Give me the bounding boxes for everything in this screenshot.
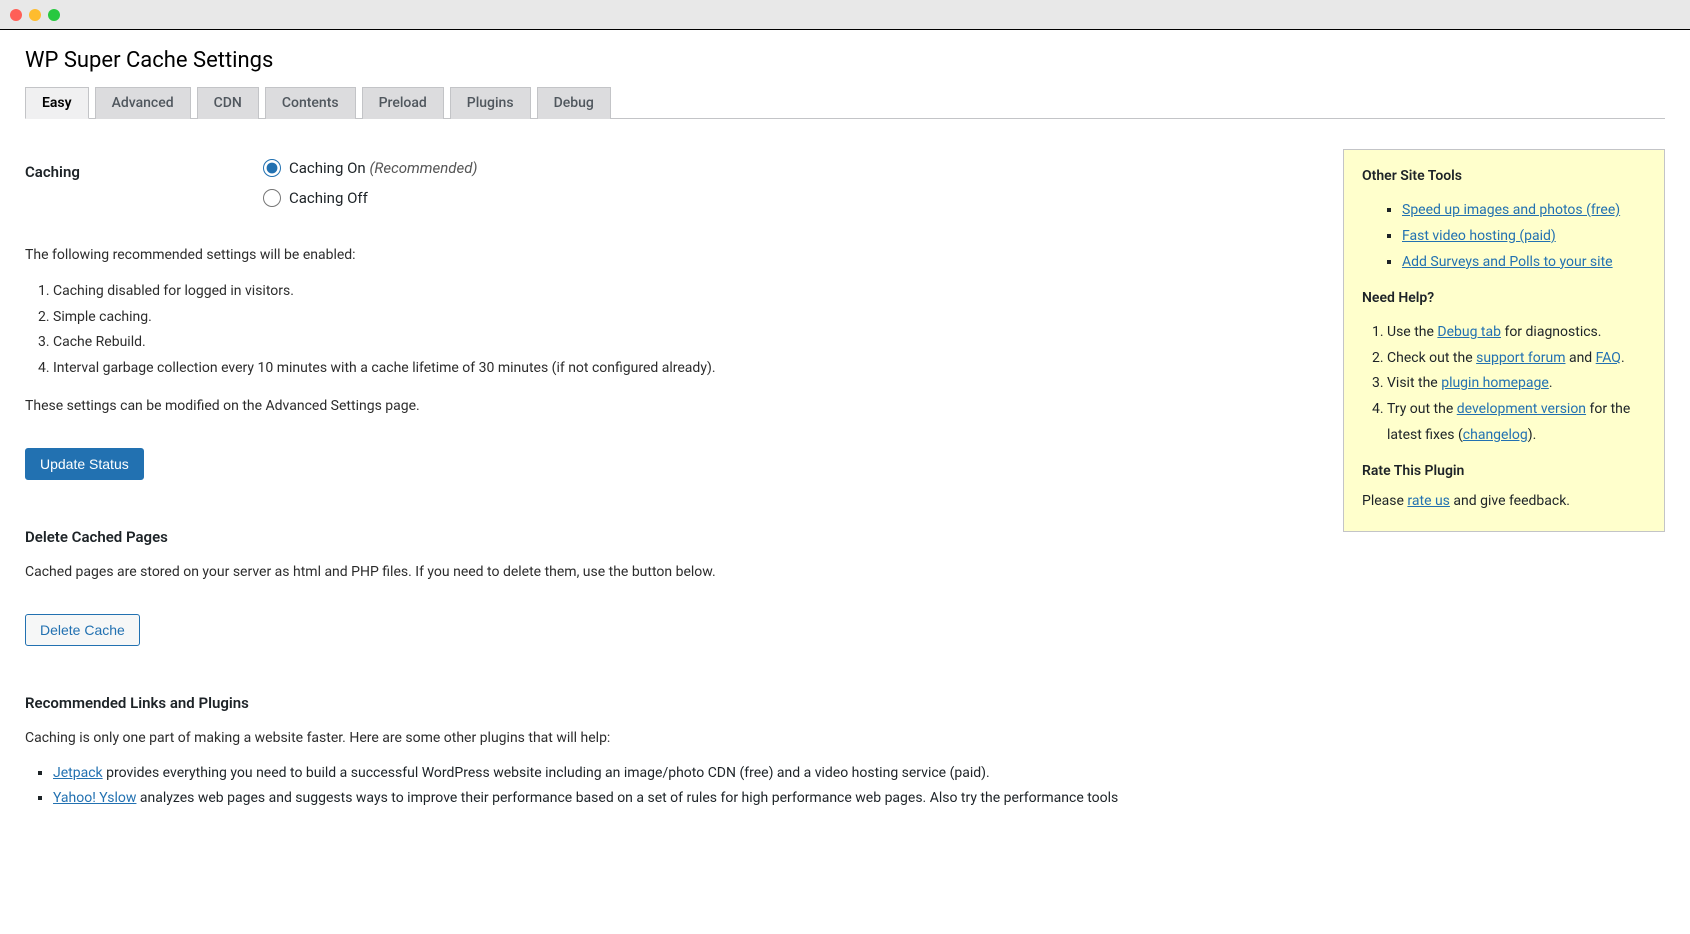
caching-on-option[interactable]: Caching On (Recommended) xyxy=(263,159,477,177)
main-column: Caching Caching On (Recommended) Caching… xyxy=(25,159,1318,810)
nav-tabs: EasyAdvancedCDNContentsPreloadPluginsDeb… xyxy=(25,87,1665,119)
plugin-list: Jetpack provides everything you need to … xyxy=(25,761,1318,810)
close-icon[interactable] xyxy=(10,9,22,21)
window-titlebar xyxy=(0,0,1690,30)
rate-us-link[interactable]: rate us xyxy=(1407,493,1450,509)
recommended-heading: Recommended Links and Plugins xyxy=(25,694,1318,712)
help-list: Use the Debug tab for diagnostics. Check… xyxy=(1362,320,1646,449)
support-forum-link[interactable]: support forum xyxy=(1476,350,1565,366)
sidebar: Other Site Tools Speed up images and pho… xyxy=(1343,149,1665,532)
recommended-outro: These settings can be modified on the Ad… xyxy=(25,396,1318,418)
caching-on-radio[interactable] xyxy=(263,159,281,177)
caching-on-suffix: (Recommended) xyxy=(369,159,477,177)
plugin-link[interactable]: Yahoo! Yslow xyxy=(53,790,136,806)
delete-body: Cached pages are stored on your server a… xyxy=(25,562,1318,584)
tools-heading: Other Site Tools xyxy=(1362,168,1646,184)
list-item: Interval garbage collection every 10 min… xyxy=(53,356,1318,382)
list-item: Fast video hosting (paid) xyxy=(1402,224,1646,250)
update-status-button[interactable]: Update Status xyxy=(25,448,144,480)
delete-cache-button[interactable]: Delete Cache xyxy=(25,614,140,646)
list-item: Cache Rebuild. xyxy=(53,330,1318,356)
delete-heading: Delete Cached Pages xyxy=(25,528,1318,546)
help-item: Visit the plugin homepage. xyxy=(1387,371,1646,397)
tab-easy[interactable]: Easy xyxy=(25,87,89,119)
list-item: Jetpack provides everything you need to … xyxy=(53,761,1318,786)
help-item: Use the Debug tab for diagnostics. xyxy=(1387,320,1646,346)
dev-version-link[interactable]: development version xyxy=(1457,401,1586,417)
tool-link[interactable]: Add Surveys and Polls to your site xyxy=(1402,254,1613,270)
plugin-link[interactable]: Jetpack xyxy=(53,765,103,781)
faq-link[interactable]: FAQ xyxy=(1596,350,1621,366)
help-item: Check out the support forum and FAQ. xyxy=(1387,346,1646,372)
tool-link[interactable]: Speed up images and photos (free) xyxy=(1402,202,1620,218)
tab-plugins[interactable]: Plugins xyxy=(450,87,531,119)
caching-on-text: Caching On xyxy=(289,159,369,177)
tab-preload[interactable]: Preload xyxy=(362,87,444,119)
page-title: WP Super Cache Settings xyxy=(25,48,1665,73)
recommended-intro: The following recommended settings will … xyxy=(25,245,1318,267)
caching-off-option[interactable]: Caching Off xyxy=(263,189,477,207)
list-item: Caching disabled for logged in visitors. xyxy=(53,279,1318,305)
maximize-icon[interactable] xyxy=(48,9,60,21)
help-heading: Need Help? xyxy=(1362,290,1646,306)
caching-label: Caching xyxy=(25,159,263,181)
list-item: Yahoo! Yslow analyzes web pages and sugg… xyxy=(53,786,1318,811)
list-item: Simple caching. xyxy=(53,305,1318,331)
plugin-homepage-link[interactable]: plugin homepage xyxy=(1441,375,1549,391)
help-item: Try out the development version for the … xyxy=(1387,397,1646,449)
debug-tab-link[interactable]: Debug tab xyxy=(1437,324,1501,340)
caching-off-text: Caching Off xyxy=(289,189,368,207)
recommended-list: Caching disabled for logged in visitors.… xyxy=(25,279,1318,383)
recommended-body: Caching is only one part of making a web… xyxy=(25,728,1318,750)
tool-link[interactable]: Fast video hosting (paid) xyxy=(1402,228,1556,244)
tab-contents[interactable]: Contents xyxy=(265,87,356,119)
list-item: Add Surveys and Polls to your site xyxy=(1402,250,1646,276)
list-item: Speed up images and photos (free) xyxy=(1402,198,1646,224)
tools-list: Speed up images and photos (free) Fast vi… xyxy=(1362,198,1646,276)
caching-off-radio[interactable] xyxy=(263,189,281,207)
rate-text: Please rate us and give feedback. xyxy=(1362,493,1646,509)
tab-cdn[interactable]: CDN xyxy=(197,87,259,119)
changelog-link[interactable]: changelog xyxy=(1463,427,1528,443)
rate-heading: Rate This Plugin xyxy=(1362,463,1646,479)
minimize-icon[interactable] xyxy=(29,9,41,21)
tab-advanced[interactable]: Advanced xyxy=(95,87,191,119)
tab-debug[interactable]: Debug xyxy=(537,87,611,119)
